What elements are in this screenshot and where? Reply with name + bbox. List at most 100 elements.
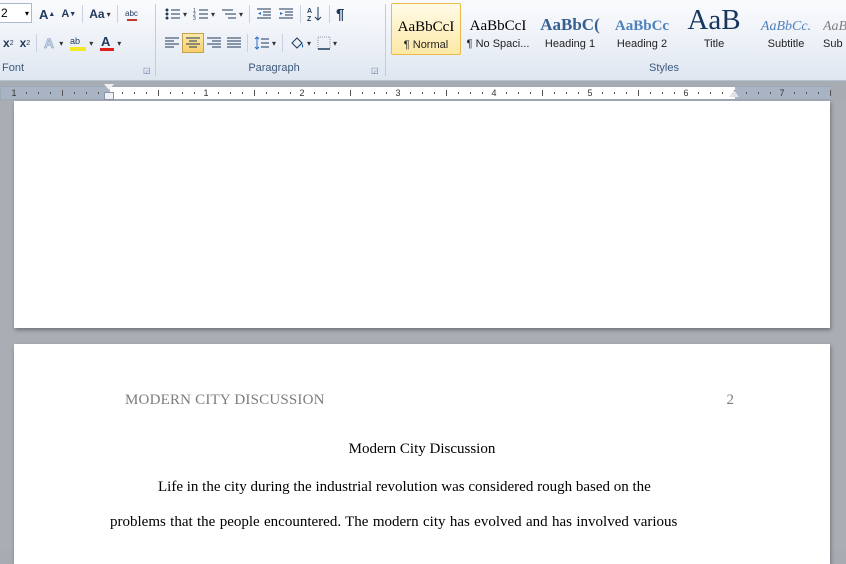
superscript-button[interactable]: x2 — [17, 33, 34, 53]
ruler-dot — [530, 92, 531, 94]
numbering-button[interactable]: 123 — [190, 4, 218, 24]
style-heading-1[interactable]: AaBbC( Heading 1 — [535, 3, 605, 55]
ruler-dot — [818, 92, 819, 94]
style-heading-2[interactable]: AaBbCc Heading 2 — [607, 3, 677, 55]
highlighter-icon: ab — [70, 36, 87, 51]
line-spacing-icon — [254, 36, 269, 50]
align-left-button[interactable] — [162, 33, 182, 53]
decrease-indent-icon — [257, 8, 272, 19]
svg-text:ab: ab — [70, 36, 80, 46]
multilevel-list-button[interactable] — [218, 4, 246, 24]
style-name: Heading 2 — [616, 38, 668, 50]
style-name: Subtitle — [767, 38, 805, 50]
paint-bucket-icon — [291, 37, 304, 49]
font-color-button[interactable]: A — [96, 33, 124, 53]
ruler-half-tick — [446, 90, 447, 96]
style-subtitle[interactable]: AaBbCc. Subtitle — [751, 3, 821, 55]
horizontal-ruler[interactable]: 1 1 2 3 4 5 6 7 — [0, 86, 832, 100]
style-sample: AaB — [687, 4, 741, 35]
first-line-indent-marker[interactable] — [104, 84, 114, 90]
style-name: Title — [703, 38, 725, 50]
style-subtle-emphasis[interactable]: AaBbCc Sub — [823, 3, 846, 55]
multilevel-list-icon — [222, 9, 237, 19]
font-dialog-launcher-icon[interactable]: ◲ — [143, 66, 151, 75]
ruler-dot — [230, 92, 231, 94]
body-text-line[interactable]: Life in the city during the industrial r… — [158, 479, 651, 496]
ruler-dot — [134, 92, 135, 94]
ruler-dot — [710, 92, 711, 94]
ruler-dot — [722, 92, 723, 94]
style-sample: AaBbCc — [823, 19, 846, 34]
sort-button[interactable]: AZ — [304, 4, 326, 24]
clear-formatting-button[interactable]: abc — [121, 4, 143, 24]
borders-button[interactable] — [314, 33, 340, 53]
separator — [282, 34, 284, 52]
shading-button[interactable] — [286, 33, 314, 53]
svg-text:abc: abc — [125, 9, 138, 18]
style-sample: AaBbCc. — [760, 19, 812, 34]
ruler-dot — [650, 92, 651, 94]
ruler-dot — [26, 92, 27, 94]
text-effects-button[interactable]: A — [40, 33, 66, 53]
ruler-dot — [290, 92, 291, 94]
style-sample: AaBbCcI — [469, 18, 527, 34]
decrease-indent-button[interactable] — [253, 4, 275, 24]
ruler-number: 6 — [683, 88, 689, 98]
ruler-half-tick — [638, 90, 639, 96]
ruler-dot — [122, 92, 123, 94]
highlight-color-button[interactable]: ab — [66, 33, 96, 53]
ruler-dot — [578, 92, 579, 94]
page-2[interactable]: MODERN CITY DISCUSSION 2 Modern City Dis… — [14, 344, 830, 564]
change-case-button[interactable]: Aa — [86, 4, 113, 24]
ruler-dot — [74, 92, 75, 94]
bullets-button[interactable] — [162, 4, 190, 24]
document-title[interactable]: Modern City Discussion — [14, 441, 830, 458]
page-1[interactable] — [14, 101, 830, 328]
align-center-button[interactable] — [182, 33, 204, 53]
page-header[interactable]: MODERN CITY DISCUSSION — [125, 392, 325, 409]
font-size-input[interactable]: 2 ▾ — [0, 3, 32, 23]
style-title[interactable]: AaB Title — [679, 3, 749, 55]
increase-indent-icon — [279, 8, 294, 19]
ruler-dot — [674, 92, 675, 94]
chevron-down-icon[interactable]: ▾ — [25, 9, 29, 18]
shrink-font-button[interactable]: A ▼ — [58, 4, 79, 24]
grow-font-button[interactable]: A ▲ — [36, 4, 58, 24]
style-no-spacing[interactable]: AaBbCcI ¶ No Spaci... — [463, 3, 533, 55]
svg-text:A: A — [307, 8, 312, 15]
document-area[interactable]: MODERN CITY DISCUSSION 2 Modern City Dis… — [0, 101, 846, 564]
line-spacing-button[interactable] — [251, 33, 279, 53]
sort-icon: AZ — [307, 7, 322, 22]
svg-text:Z: Z — [307, 16, 312, 22]
ruler-dot — [338, 92, 339, 94]
ruler-dot — [518, 92, 519, 94]
right-indent-marker[interactable] — [729, 90, 739, 97]
svg-text:3: 3 — [193, 16, 196, 21]
align-right-button[interactable] — [204, 33, 224, 53]
justify-button[interactable] — [224, 33, 244, 53]
left-indent-marker[interactable] — [104, 92, 114, 100]
ruler-half-tick — [542, 90, 543, 96]
increase-indent-button[interactable] — [275, 4, 297, 24]
body-text-line[interactable]: problems that the people encountered. Th… — [110, 514, 677, 531]
ruler-dot — [38, 92, 39, 94]
show-formatting-marks-button[interactable]: ¶ — [333, 4, 347, 24]
ruler-dot — [314, 92, 315, 94]
separator — [36, 34, 38, 52]
subscript-button[interactable]: x2 — [0, 33, 17, 53]
ruler-dot — [170, 92, 171, 94]
ruler-number: 2 — [299, 88, 305, 98]
ruler-dot — [434, 92, 435, 94]
separator — [329, 5, 331, 23]
ruler-dot — [458, 92, 459, 94]
ruler-dot — [794, 92, 795, 94]
group-divider — [155, 4, 156, 76]
ruler-dot — [146, 92, 147, 94]
ruler-dot — [326, 92, 327, 94]
borders-icon — [317, 36, 331, 50]
paragraph-dialog-launcher-icon[interactable]: ◲ — [371, 66, 379, 75]
style-normal[interactable]: AaBbCcI ¶ Normal — [391, 3, 461, 55]
ruler-half-tick — [158, 90, 159, 96]
page-number[interactable]: 2 — [727, 392, 735, 409]
ruler-dot — [662, 92, 663, 94]
